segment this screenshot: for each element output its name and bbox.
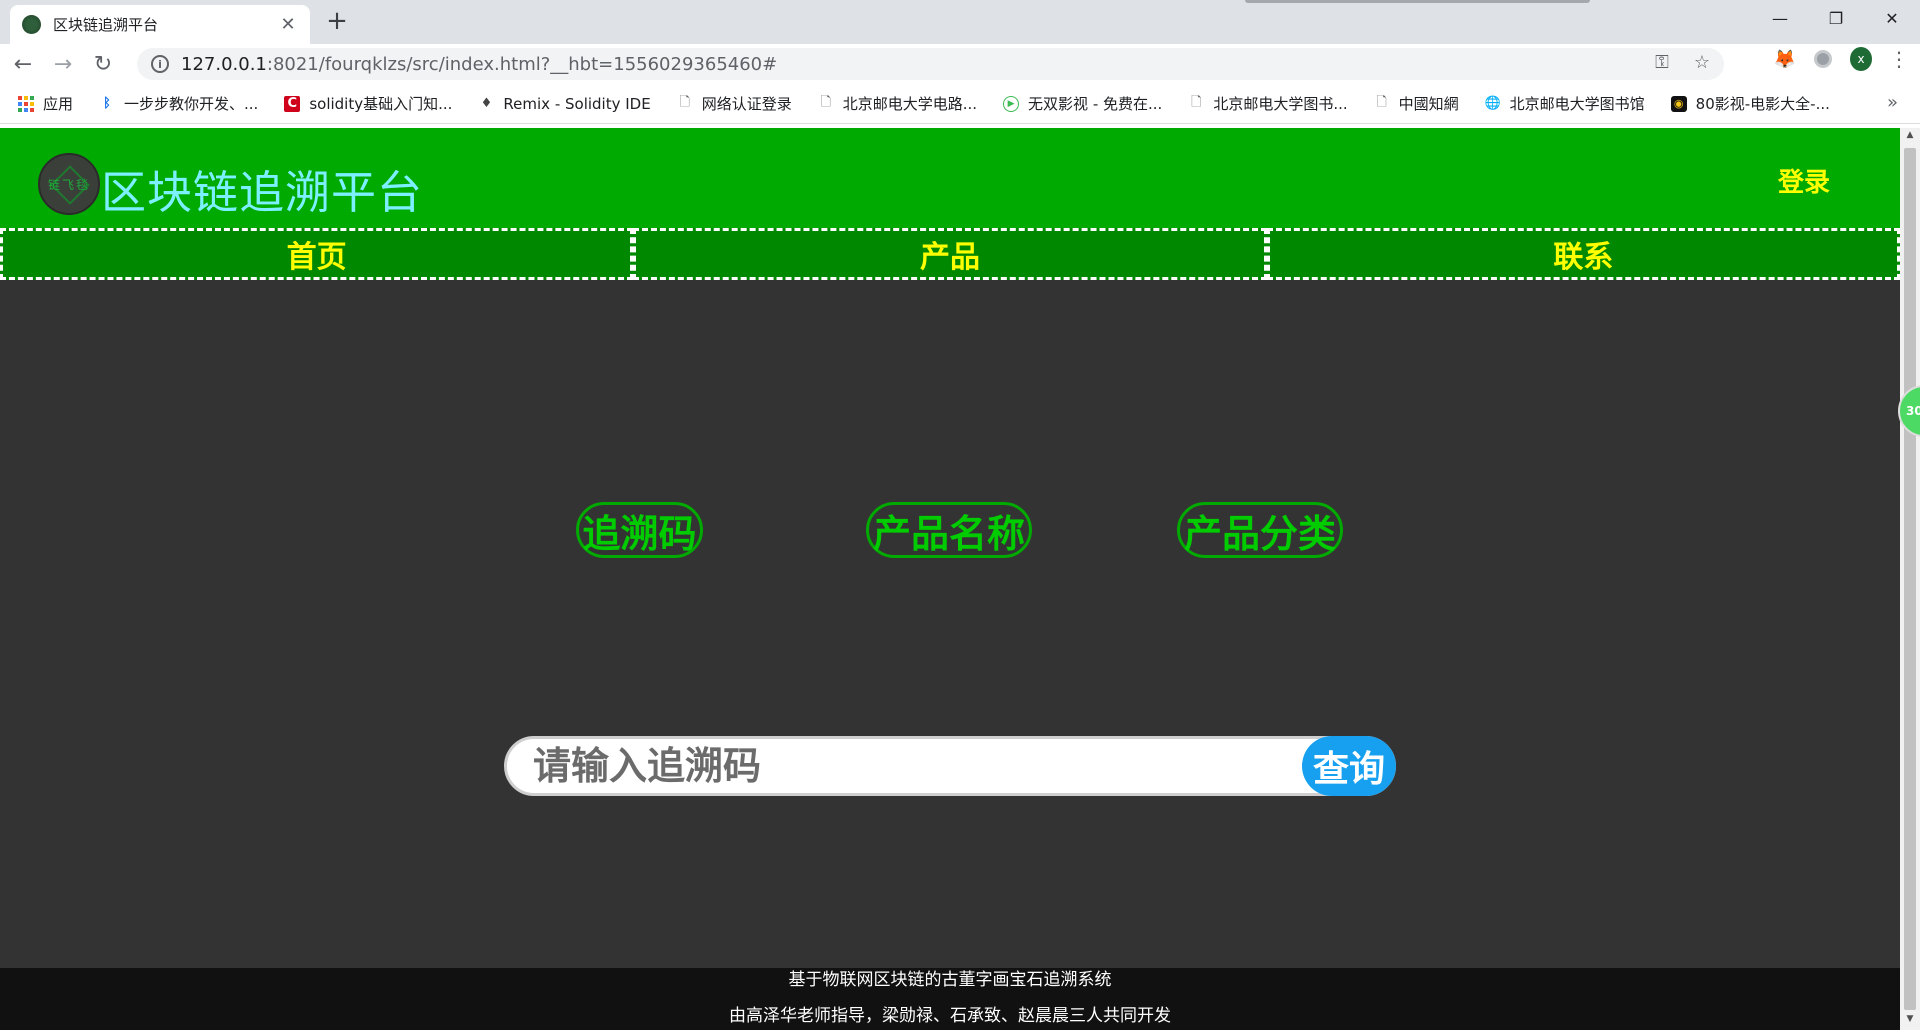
page-icon: 🗋: [1376, 94, 1387, 110]
bookmark-item[interactable]: ♦ Remix - Solidity IDE: [478, 94, 651, 113]
apps-grid-icon: [18, 95, 34, 112]
url-path: :8021/fourqklzs/src/index.html?__hbt=155…: [266, 53, 778, 75]
bookmark-item[interactable]: 🗋 网络认证登录: [677, 93, 792, 114]
extension-circle-icon[interactable]: [1812, 48, 1834, 70]
tab-product-name[interactable]: 产品名称: [866, 502, 1032, 558]
url-host: 127.0.0.1: [181, 53, 267, 75]
page-icon: 🗋: [820, 94, 831, 110]
globe-icon: 🌐: [1484, 96, 1501, 111]
search-button[interactable]: 查询: [1302, 736, 1396, 796]
omnibox-actions: ⚿ ☆: [1650, 52, 1714, 73]
site-header: 链飞毯 区块链追溯平台 登录: [0, 128, 1900, 228]
query-type-tabs: 追溯码 产品名称 产品分类: [0, 502, 1900, 558]
bookmark-item[interactable]: ◉ 80影视-电影大全-...: [1670, 93, 1830, 114]
tab-favicon-icon: [22, 15, 41, 34]
nav-contact[interactable]: 联系: [1266, 228, 1900, 280]
bookmark-label: 一步步教你开发、...: [124, 95, 259, 113]
film-icon: ◉: [1670, 95, 1687, 112]
bookmark-item[interactable]: 🗋 北京邮电大学图书...: [1188, 93, 1348, 114]
bookmark-item[interactable]: C solidity基础入门知...: [284, 93, 452, 114]
restore-button[interactable]: ❐: [1808, 0, 1864, 36]
bookmarks-overflow-button[interactable]: »: [1887, 92, 1898, 113]
browser-tab-active[interactable]: 区块链追溯平台 ✕: [10, 5, 310, 44]
tab-product-category[interactable]: 产品分类: [1177, 502, 1343, 558]
scroll-down-arrow-icon[interactable]: ▼: [1904, 1014, 1916, 1028]
play-icon: ▶: [1003, 95, 1020, 112]
site-logo[interactable]: 链飞毯: [38, 153, 100, 215]
bookmark-label: 应用: [43, 95, 74, 113]
remix-icon: ♦: [480, 96, 493, 111]
profile-avatar[interactable]: x: [1850, 47, 1872, 71]
site-nav: 首页 产品 联系: [0, 228, 1900, 280]
window-controls: — ❐ ✕: [1752, 0, 1920, 36]
bookmark-label: 北京邮电大学图书...: [1213, 95, 1348, 113]
bookmark-label: 北京邮电大学电路...: [842, 95, 978, 113]
bookmark-label: 网络认证登录: [701, 95, 792, 113]
tab-title: 区块链追溯平台: [53, 16, 159, 34]
page-icon: 🗋: [679, 94, 690, 110]
reload-button[interactable]: ↻: [86, 47, 120, 81]
address-bar[interactable]: i 127.0.0.1 :8021/fourqklzs/src/index.ht…: [137, 48, 1724, 80]
close-window-button[interactable]: ✕: [1864, 0, 1920, 36]
bookmark-apps[interactable]: 应用: [18, 93, 73, 114]
forward-button[interactable]: →: [46, 47, 80, 81]
nav-home[interactable]: 首页: [0, 228, 634, 280]
bookmark-item[interactable]: ▶ 无双影视 - 免费在...: [1003, 93, 1162, 114]
metamask-fox-icon[interactable]: 🦊: [1774, 48, 1796, 70]
bookmark-label: Remix - Solidity IDE: [503, 94, 651, 113]
new-tab-button[interactable]: +: [322, 6, 352, 36]
minimize-button[interactable]: —: [1752, 0, 1808, 36]
extension-area: 🦊 x ⋮: [1774, 47, 1910, 71]
login-link[interactable]: 登录: [1778, 162, 1830, 199]
footer-system-name: 基于物联网区块链的古董字画宝石追溯系统: [788, 970, 1112, 990]
key-icon[interactable]: ⚿: [1650, 52, 1674, 73]
page-icon: 🗋: [1191, 94, 1202, 110]
bookmark-label: 无双影视 - 免费在...: [1028, 95, 1163, 113]
site-info-icon[interactable]: i: [151, 55, 169, 73]
bluetooth-icon: ᛒ: [103, 96, 111, 111]
tab-close-icon[interactable]: ✕: [278, 14, 298, 35]
search-box: 查询: [504, 736, 1396, 796]
scroll-thumb[interactable]: [1904, 148, 1916, 1010]
page-scrollbar[interactable]: ▲ ▼: [1900, 128, 1920, 1030]
tab-trace-code[interactable]: 追溯码: [576, 502, 703, 558]
bookmark-item[interactable]: 🌐 北京邮电大学图书馆: [1485, 93, 1645, 114]
bookmark-label: 中國知網: [1398, 95, 1459, 113]
page-viewport: 链飞毯 区块链追溯平台 登录 首页 产品 联系 追溯码 产品名称 产品分类 查询…: [0, 128, 1900, 1030]
trace-code-input[interactable]: [531, 739, 1291, 793]
nav-products[interactable]: 产品: [633, 228, 1267, 280]
bookmark-label: solidity基础入门知...: [309, 95, 453, 113]
c-logo-icon: C: [284, 95, 301, 112]
browser-toolbar: ← → ↻ i 127.0.0.1 :8021/fourqklzs/src/in…: [0, 44, 1920, 84]
bookmark-item[interactable]: 🗋 中國知網: [1374, 93, 1459, 114]
bookmark-label: 80影视-电影大全-...: [1695, 95, 1830, 113]
browser-titlebar: 区块链追溯平台 ✕ + — ❐ ✕: [0, 0, 1920, 44]
bookmark-star-icon[interactable]: ☆: [1690, 52, 1714, 73]
bookmarks-bar: 应用 ᛒ 一步步教你开发、... C solidity基础入门知... ♦ Re…: [0, 84, 1920, 124]
bookmark-item[interactable]: 🗋 北京邮电大学电路...: [818, 93, 978, 114]
titlebar-decoration: [1245, 0, 1590, 3]
bookmark-item[interactable]: ᛒ 一步步教你开发、...: [99, 93, 258, 114]
bookmark-label: 北京邮电大学图书馆: [1509, 95, 1645, 113]
browser-menu-icon[interactable]: ⋮: [1888, 47, 1910, 71]
logo-text: 链飞毯: [47, 177, 90, 192]
footer-credits: 由高泽华老师指导，梁勋禄、石承致、赵晨晨三人共同开发: [729, 1006, 1171, 1026]
scroll-up-arrow-icon[interactable]: ▲: [1904, 130, 1916, 144]
site-footer: 基于物联网区块链的古董字画宝石追溯系统 由高泽华老师指导，梁勋禄、石承致、赵晨晨…: [0, 968, 1900, 1030]
site-title: 区块链追溯平台: [101, 166, 424, 219]
back-button[interactable]: ←: [6, 47, 40, 81]
